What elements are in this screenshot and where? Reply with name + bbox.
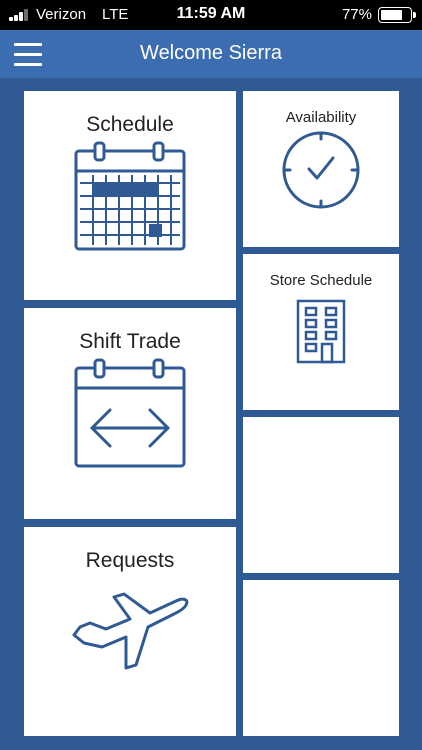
airplane-icon bbox=[72, 592, 189, 670]
store-schedule-tile[interactable]: Store Schedule bbox=[243, 254, 399, 410]
calendar-arrows-icon bbox=[74, 358, 186, 468]
requests-label: Requests bbox=[85, 549, 175, 572]
shift-trade-tile[interactable]: Shift Trade bbox=[24, 308, 236, 519]
battery-percent: 77% bbox=[341, 6, 372, 23]
clock-check-icon bbox=[282, 131, 360, 209]
building-icon bbox=[296, 299, 346, 364]
availability-label: Availability bbox=[285, 109, 357, 126]
page-title: Welcome Sierra bbox=[140, 42, 282, 64]
availability-tile[interactable]: Availability bbox=[243, 91, 399, 247]
battery-fill bbox=[381, 10, 402, 20]
schedule-label: Schedule bbox=[86, 113, 174, 136]
empty-tile bbox=[243, 417, 399, 573]
requests-tile[interactable]: Requests bbox=[24, 527, 236, 736]
app-screen: Verizon LTE 11:59 AM 77% Welcome Sierra … bbox=[0, 0, 422, 750]
empty-tile bbox=[243, 580, 399, 736]
shift-trade-label: Shift Trade bbox=[79, 330, 181, 353]
app-header: Welcome Sierra bbox=[0, 30, 422, 78]
status-bar: Verizon LTE 11:59 AM 77% bbox=[0, 0, 422, 30]
schedule-tile[interactable]: Schedule bbox=[24, 91, 236, 300]
calendar-grid-icon bbox=[74, 141, 186, 251]
store-schedule-label: Store Schedule bbox=[269, 272, 373, 289]
battery-icon bbox=[378, 7, 416, 23]
